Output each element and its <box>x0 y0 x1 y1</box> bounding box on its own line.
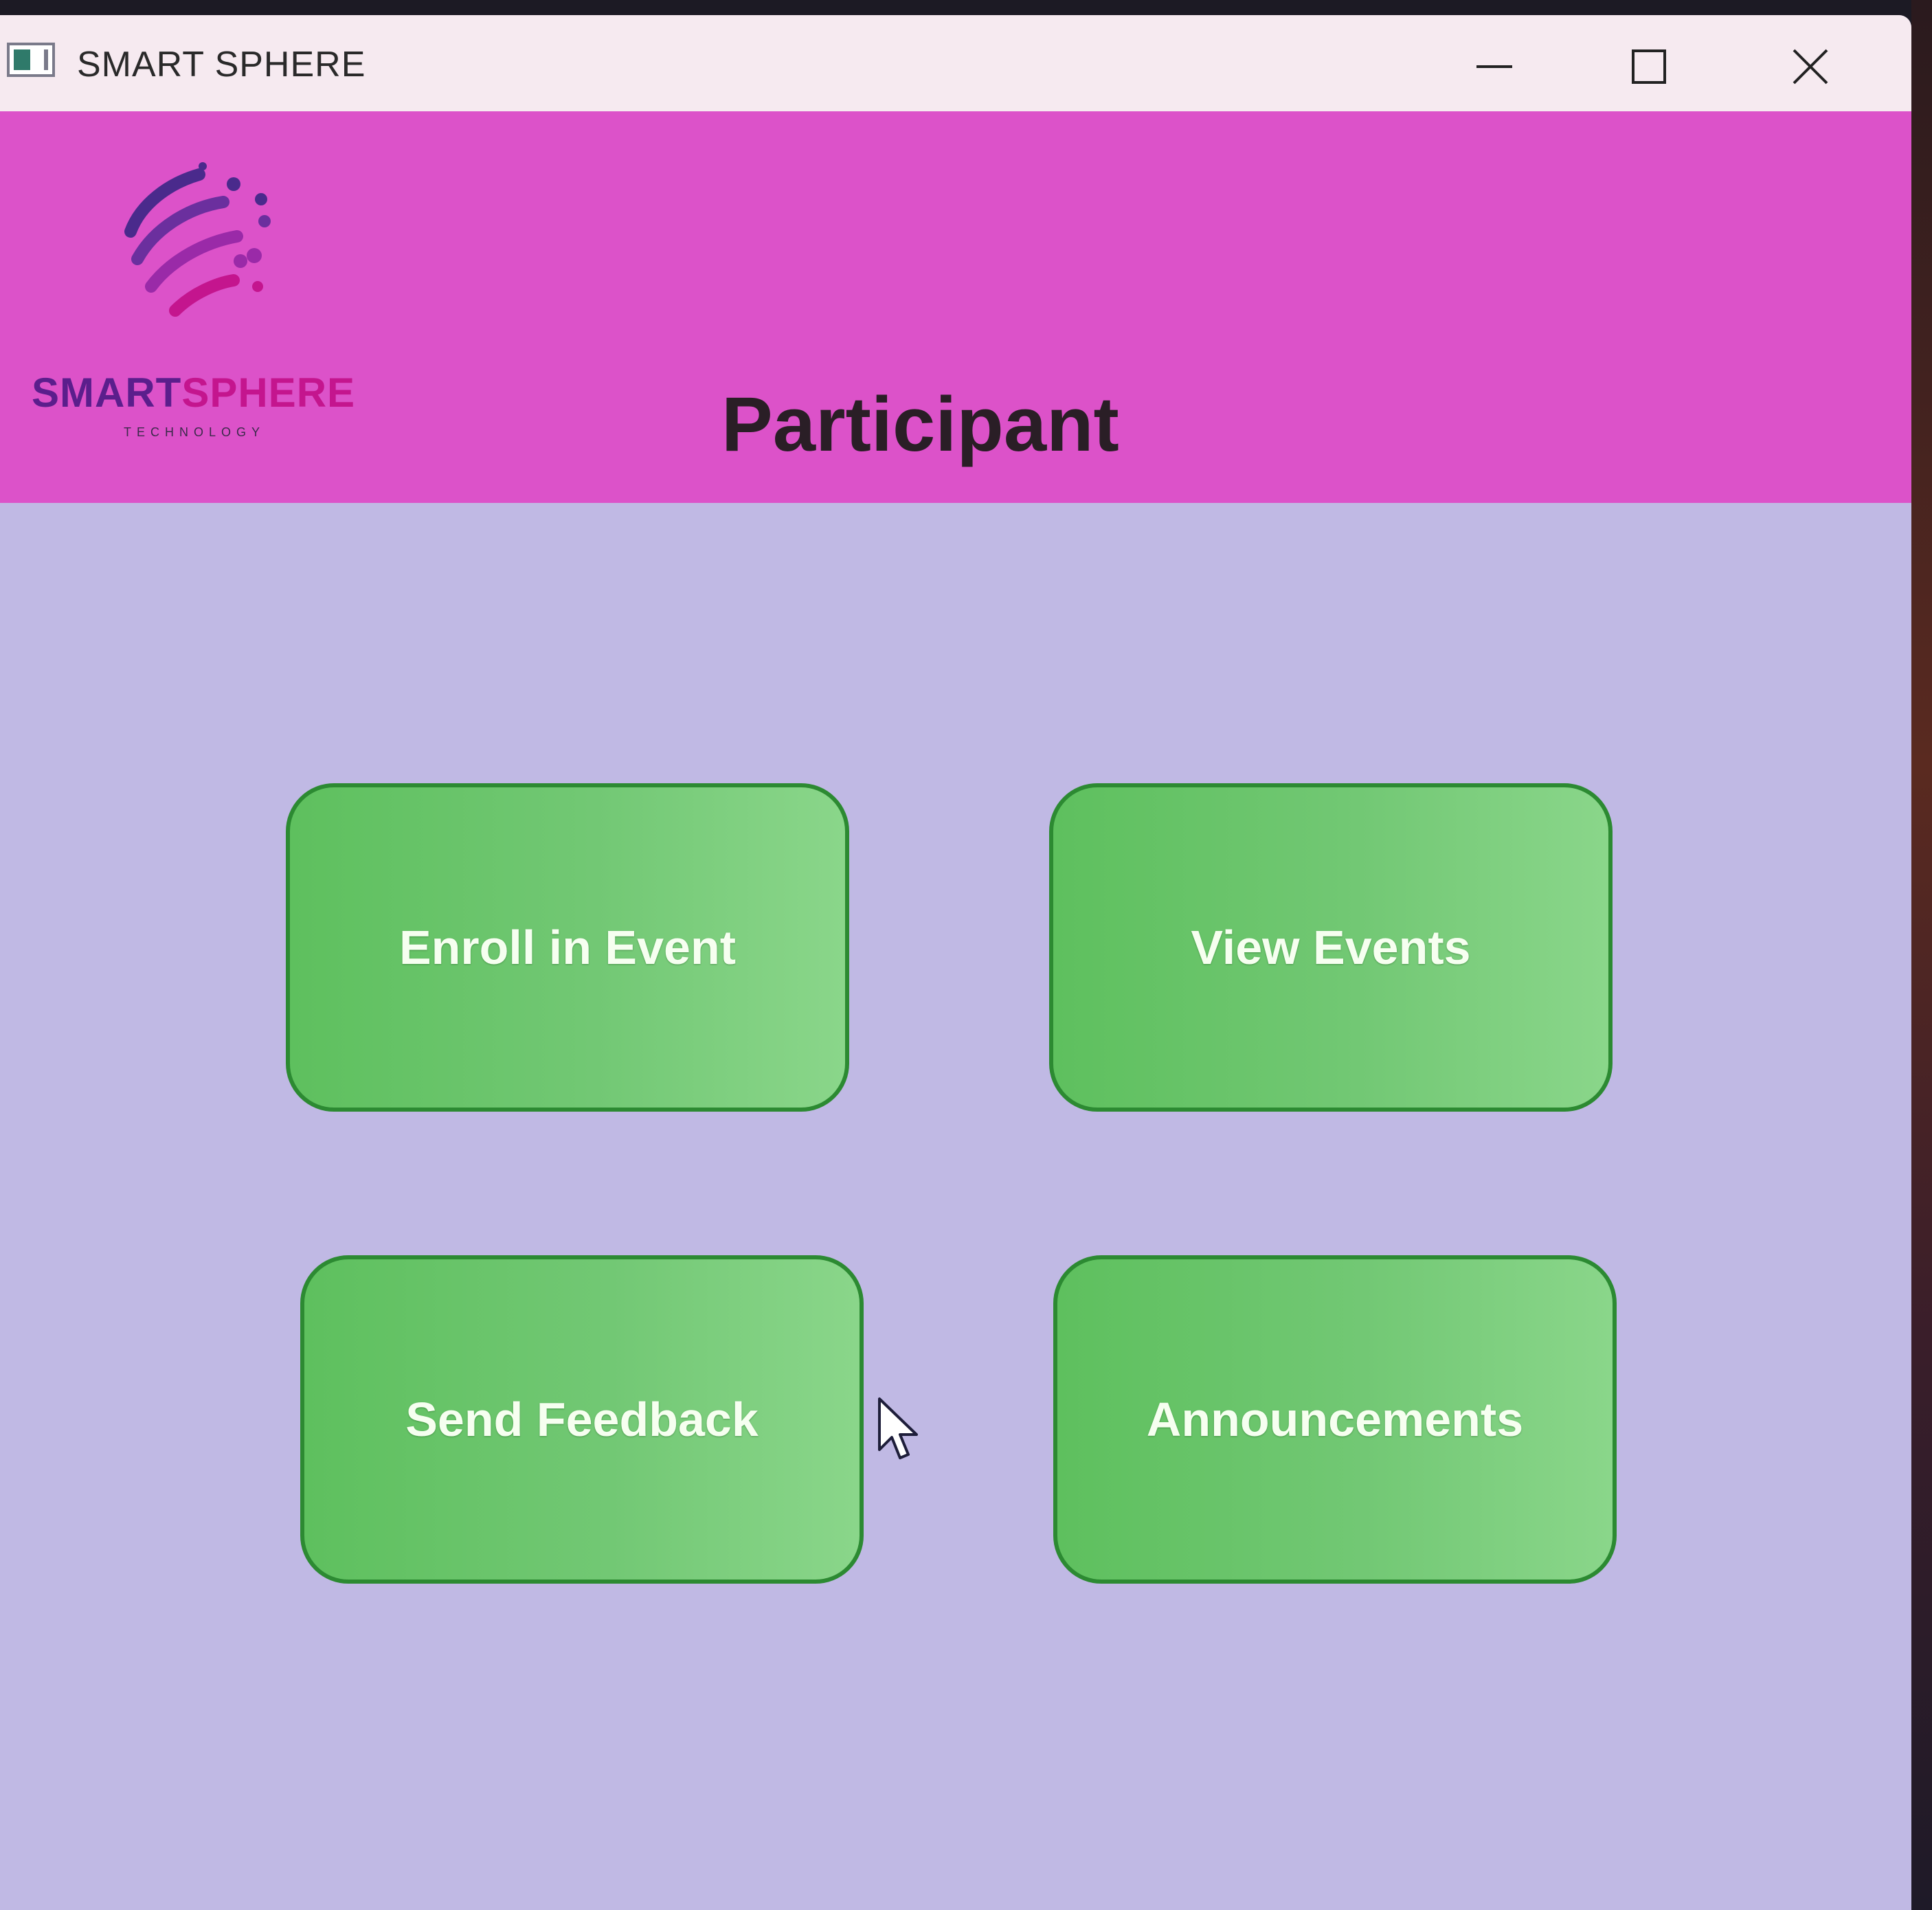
app-icon <box>7 43 55 77</box>
sphere-logo-icon <box>124 162 271 317</box>
minimize-button[interactable] <box>1457 36 1532 98</box>
logo-wordmark: SMARTSPHERE <box>32 370 356 416</box>
maximize-button[interactable] <box>1611 36 1687 98</box>
smartsphere-logo: SMARTSPHERE TECHNOLOGY <box>27 118 385 438</box>
send-feedback-button[interactable]: Send Feedback <box>300 1255 864 1584</box>
close-button[interactable] <box>1773 36 1848 98</box>
close-icon <box>1793 49 1828 85</box>
maximize-icon <box>1632 49 1666 84</box>
window-title: SMART SPHERE <box>77 45 366 85</box>
logo-tagline: TECHNOLOGY <box>124 425 266 439</box>
minimize-icon <box>1476 65 1512 68</box>
announcements-button[interactable]: Announcements <box>1053 1255 1617 1584</box>
mouse-cursor-icon <box>878 1397 918 1459</box>
app-window: SMART SPHERE SMARTSPHERE TECHNOLOGY Part… <box>0 15 1911 1910</box>
title-bar[interactable]: SMART SPHERE <box>0 15 1911 111</box>
view-events-button[interactable]: View Events <box>1049 783 1613 1112</box>
enroll-in-event-button[interactable]: Enroll in Event <box>286 783 849 1112</box>
desktop-background <box>1911 0 1932 1910</box>
page-title: Participant <box>721 381 1119 467</box>
